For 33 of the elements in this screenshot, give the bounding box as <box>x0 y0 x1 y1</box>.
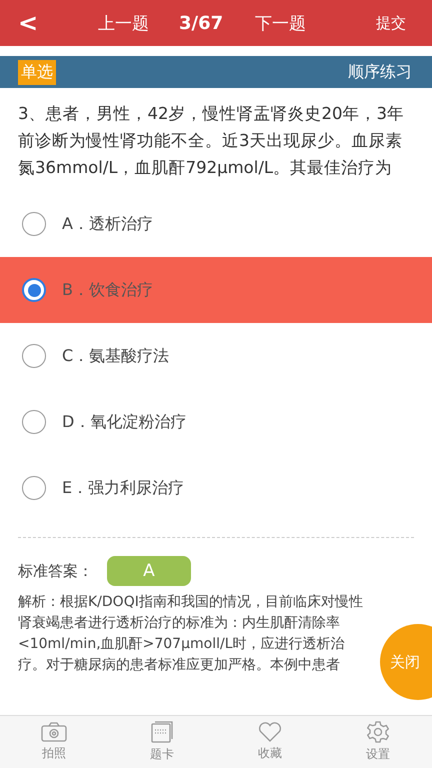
heart-icon <box>258 722 282 742</box>
settings-icon <box>367 721 389 743</box>
tab-label: 收藏 <box>258 745 282 762</box>
radio-button[interactable] <box>22 212 46 236</box>
answer-option[interactable]: D．氧化淀粉治疗 <box>0 389 432 455</box>
analysis-text: 解析：根据K/DOQI指南和我国的情况，目前临床对慢性肾衰竭患者进行透析治疗的标准为：内生肌酐清除率<10ml/min,血肌酐>707μmoll/L时，应进行透析治疗。对于糖尿病的患者标准应更加严格。本例中患者 <box>18 593 364 675</box>
camera-icon <box>41 722 67 742</box>
tab-item[interactable]: 收藏 <box>216 716 324 768</box>
question-text: 3、患者，男性，42岁，慢性肾盂肾炎史20年，3年前诊断为慢性肾功能不全。近3天出现尿少。血尿素氮36mmol/L，血肌酐792μmol/L。其最佳治疗为 <box>18 103 405 179</box>
tab-label: 题卡 <box>150 746 174 763</box>
back-button[interactable]: < <box>0 9 56 37</box>
previous-button[interactable]: 上一题 <box>98 12 149 34</box>
answer-option[interactable]: B．饮食治疗 <box>0 257 432 323</box>
submit-button[interactable]: 提交 <box>376 14 406 32</box>
mode-label: 顺序练习 <box>348 62 412 82</box>
tab-item[interactable]: 拍照 <box>0 716 108 768</box>
tab-label: 拍照 <box>42 745 66 762</box>
answer-option[interactable]: A．透析治疗 <box>0 191 432 257</box>
progress-counter: 3/67 <box>179 12 224 34</box>
tab-label: 设置 <box>366 746 390 763</box>
answer-option[interactable]: E．强力利尿治疗 <box>0 455 432 521</box>
radio-button[interactable] <box>22 410 46 434</box>
answer-badge: A <box>107 556 191 586</box>
answer-label: 标准答案： <box>18 562 93 580</box>
tab-item[interactable]: 题卡 <box>108 716 216 768</box>
radio-button[interactable] <box>22 476 46 500</box>
answer-option[interactable]: C．氨基酸疗法 <box>0 323 432 389</box>
tab-item[interactable]: 设置 <box>324 716 432 768</box>
radio-button[interactable] <box>22 278 46 302</box>
radio-button[interactable] <box>22 344 46 368</box>
next-button[interactable]: 下一题 <box>255 12 306 34</box>
calendar-icon <box>151 721 173 743</box>
type-badge: 单选 <box>18 60 56 84</box>
